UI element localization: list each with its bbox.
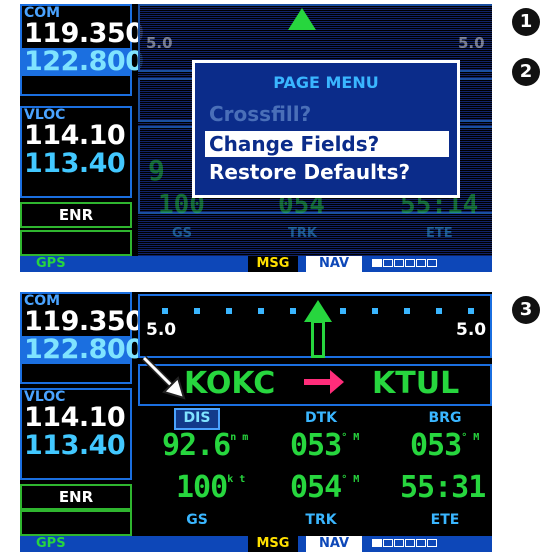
field-value-dis: 92.6n m [162,428,249,463]
page-indicator [372,539,438,549]
cdi-deviation-bar [311,320,325,358]
cdi-mode-enr: ENR [20,484,132,510]
active-leg: KOKC KTUL [138,364,492,406]
field-label-gs: GS [186,512,208,528]
cdi-dot [340,308,346,314]
com-standby-frequency[interactable]: 122.800 [22,336,144,364]
cdi-dot [258,308,264,314]
cdi-dot [290,308,296,314]
com-box[interactable]: COM 119.350 122.800 [20,292,144,384]
page-menu-popup: PAGE MENU Crossfill? Change Fields? Rest… [192,60,460,198]
cdi-dot [468,308,474,314]
vloc-box[interactable]: VLOC 114.10 113.40 [20,388,132,480]
cdi-scale-right: 5.0 [456,320,487,340]
vloc-active-frequency: 114.10 [24,120,126,151]
cdi-dot [372,308,378,314]
faded-scale-right: 5.0 [458,34,485,52]
status-bar: GPS MSG NAV [20,536,492,552]
route-arrow-icon [302,364,346,409]
faded-ete-label: ETE [426,226,453,241]
vloc-standby-frequency[interactable]: 113.40 [22,150,130,178]
cdi-dot [436,308,442,314]
callout-3: 3 [512,296,540,324]
cdi-dot [194,308,200,314]
empty-mode-box [20,510,132,536]
field-value-gs: 100k t [176,470,246,505]
faded-scale-left: 5.0 [146,34,173,52]
vloc-box[interactable]: VLOC 114.10 113.40 [20,106,132,198]
field-value-dtk: 053° M [290,428,360,463]
gps-screen-page-menu: COM 119.350 122.800 VLOC 114.10 113.40 E… [20,4,492,272]
vloc-active-frequency: 114.10 [24,402,126,433]
nav-annunciator: NAV [306,536,362,552]
faded-dis-value: 9 [148,154,165,187]
nav-annunciator: NAV [306,256,362,272]
gps-annunciator: GPS [36,256,66,271]
menu-item-restore-defaults[interactable]: Restore Defaults? [205,159,449,185]
field-value-trk: 054° M [290,470,360,505]
empty-mode-box [20,230,132,256]
field-label-trk: TRK [305,512,337,528]
callout-2: 2 [512,58,540,86]
com-active-frequency: 119.350 [24,18,144,49]
com-standby-frequency[interactable]: 122.800 [22,48,144,76]
gps-screen-default-nav: COM 119.350 122.800 VLOC 114.10 113.40 E… [20,292,492,552]
cdi-panel: 5.0 5.0 [138,294,492,358]
faded-trk-label: TRK [288,226,317,241]
field-label-dtk: DTK [304,410,338,426]
menu-item-crossfill[interactable]: Crossfill? [205,101,449,127]
msg-annunciator: MSG [248,256,298,272]
page-indicator [372,259,438,269]
msg-annunciator: MSG [248,536,298,552]
cdi-dot [226,308,232,314]
com-active-frequency: 119.350 [24,306,144,337]
faded-gs-label: GS [172,226,193,241]
route-from: KOKC [184,366,276,401]
com-box[interactable]: COM 119.350 122.800 [20,4,144,96]
field-value-ete: 55:31 [400,470,486,505]
vloc-standby-frequency[interactable]: 113.40 [22,432,130,460]
cdi-dot [162,308,168,314]
field-label-brg: BRG [428,410,462,426]
cdi-scale-left: 5.0 [146,320,177,340]
callout-1: 1 [512,8,540,36]
menu-item-change-fields[interactable]: Change Fields? [205,131,449,157]
cdi-dot [404,308,410,314]
cdi-mode-enr: ENR [20,202,132,228]
field-label-dis[interactable]: DIS [174,408,220,430]
pointer-arrow-icon [141,355,186,400]
field-label-ete: ETE [430,512,460,528]
cdi-needle-icon [288,8,316,30]
gps-annunciator: GPS [36,536,66,551]
route-to: KTUL [372,366,460,401]
field-value-brg: 053° M [410,428,480,463]
page-menu-title: PAGE MENU [273,73,379,92]
status-bar: GPS MSG NAV [20,256,492,272]
cdi-needle-icon [304,300,332,322]
